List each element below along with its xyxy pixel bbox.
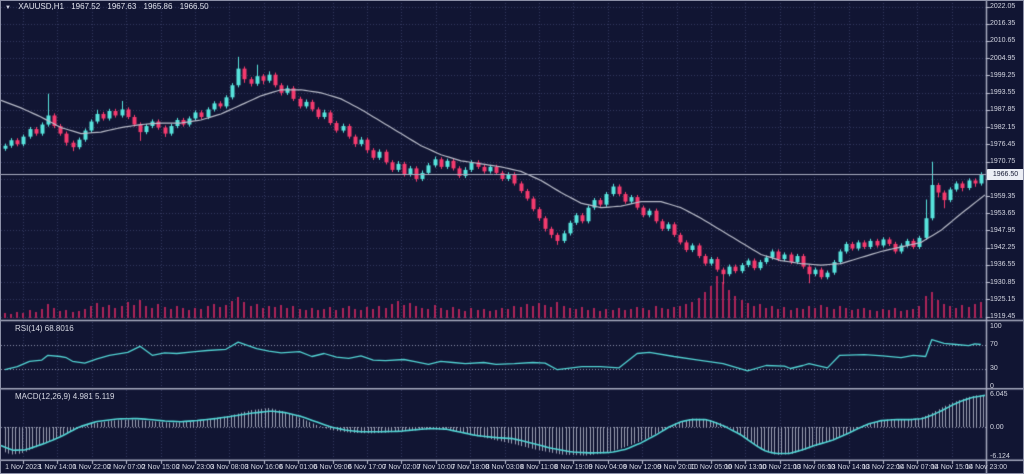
price-axis-label: 1919.45: [990, 313, 1015, 321]
rsi-scale-label: 0: [990, 383, 994, 391]
ohlc-open: 1967.52: [71, 2, 100, 11]
price-axis-label: 2010.65: [990, 37, 1015, 45]
price-axis-label: 1925.15: [990, 296, 1015, 304]
symbol-name: XAUUSD,H1: [18, 2, 64, 11]
price-axis-label: 1936.55: [990, 261, 1015, 269]
time-axis-label: 3 Nov 08:00: [211, 464, 249, 472]
price-axis-label: 2022.05: [990, 3, 1015, 11]
time-axis-label: 14 Nov 23:00: [965, 464, 1007, 472]
time-axis-label: 6 Nov 09:00: [314, 464, 352, 472]
price-axis-label: 1982.15: [990, 124, 1015, 132]
macd-scale-label: 6.045: [990, 391, 1008, 399]
time-axis-label: 7 Nov 10:00: [417, 464, 455, 472]
price-axis-label: 2016.35: [990, 20, 1015, 28]
rsi-indicator-label: RSI(14) 68.8016: [15, 324, 74, 333]
price-axis-label: 1930.85: [990, 279, 1015, 287]
time-axis-label: 6 Nov 17:00: [348, 464, 386, 472]
macd-scale-label: 0.00: [990, 424, 1004, 432]
symbol-arrow-icon: ▼: [5, 5, 11, 11]
time-axis-label: 6 Nov 01:00: [279, 464, 317, 472]
time-axis-label: 2 Nov 15:00: [142, 464, 180, 472]
time-axis-label: 2 Nov 07:00: [107, 464, 145, 472]
price-axis-label: 1993.55: [990, 89, 1015, 97]
chart-title-bar: ▼ XAUUSD,H1 1967.52 1967.63 1965.86 1966…: [5, 2, 214, 11]
macd-indicator-label: MACD(12,26,9) 4.981 5.119: [15, 392, 114, 401]
price-axis-label: 2004.95: [990, 55, 1015, 63]
ohlc-low: 1965.86: [144, 2, 173, 11]
current-price-badge: 1966.50: [987, 169, 1024, 180]
time-axis-label: 1 Nov 2023: [5, 464, 41, 472]
trading-chart-window: ▼ XAUUSD,H1 1967.52 1967.63 1965.86 1966…: [0, 0, 1024, 474]
time-axis-label: 8 Nov 11:00: [520, 464, 557, 472]
price-axis-label: 1959.35: [990, 193, 1015, 201]
price-axis-label: 1976.45: [990, 141, 1015, 149]
time-axis-label: 9 Nov 12:00: [623, 464, 661, 472]
rsi-scale-label: 30: [990, 365, 998, 373]
time-axis-label: 7 Nov 02:00: [383, 464, 421, 472]
time-axis-label: 2 Nov 23:00: [176, 464, 214, 472]
price-axis-label: 1999.25: [990, 72, 1015, 80]
time-axis-label: 8 Nov 03:00: [486, 464, 524, 472]
ohlc-high: 1967.63: [107, 2, 136, 11]
price-axis-label: 1947.95: [990, 227, 1015, 235]
rsi-scale-label: 100: [990, 323, 1002, 331]
rsi-scale-label: 70: [990, 341, 998, 349]
chart-canvas[interactable]: [1, 1, 1024, 474]
time-axis-label: 9 Nov 04:00: [589, 464, 627, 472]
time-axis-label: 1 Nov 14:00: [39, 464, 77, 472]
price-axis-label: 1987.85: [990, 106, 1015, 114]
price-axis-label: 1970.75: [990, 158, 1015, 166]
macd-scale-label: -6.124: [990, 453, 1010, 461]
time-axis-label: 3 Nov 16:00: [245, 464, 283, 472]
price-axis-label: 1942.25: [990, 244, 1015, 252]
time-axis-label: 1 Nov 22:00: [73, 464, 111, 472]
ohlc-close: 1966.50: [180, 2, 209, 11]
time-axis-label: 8 Nov 19:00: [555, 464, 593, 472]
price-axis-label: 1953.65: [990, 210, 1015, 218]
time-axis-label: 7 Nov 18:00: [451, 464, 489, 472]
